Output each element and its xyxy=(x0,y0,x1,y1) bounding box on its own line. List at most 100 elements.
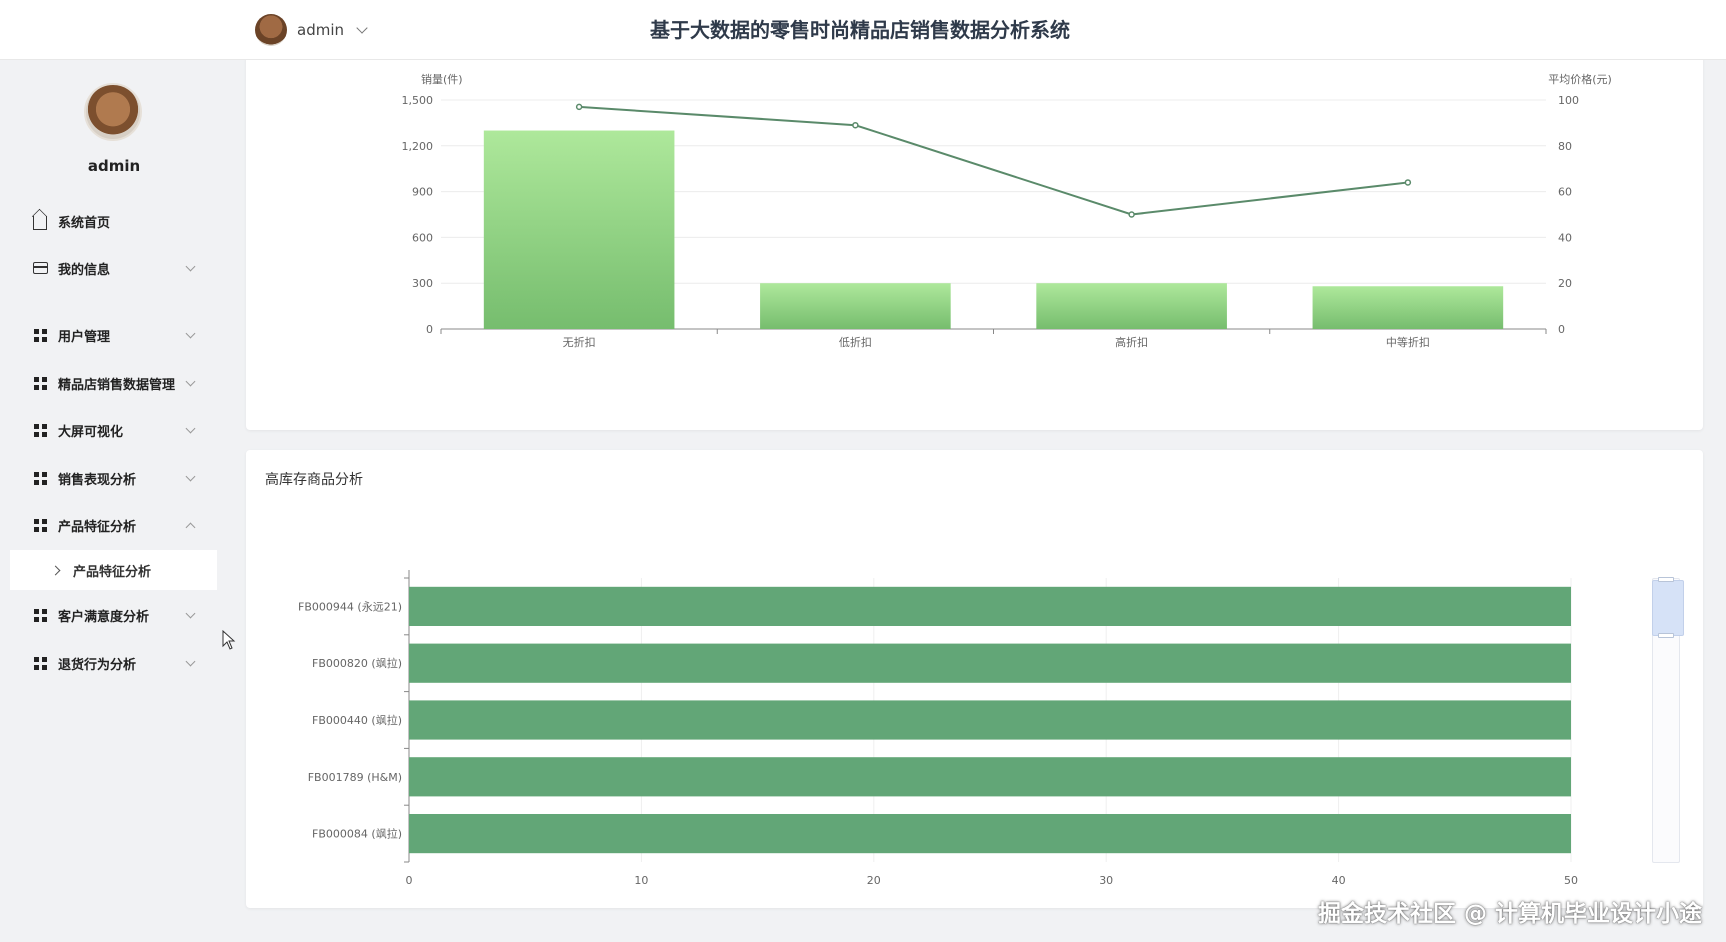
submenu-item-product-features[interactable]: 产品特征分析 xyxy=(10,550,217,590)
grid-icon xyxy=(33,423,47,437)
page-title: 基于大数据的零售时尚精品店销售数据分析系统 xyxy=(650,18,1070,42)
y-tick-right: 100 xyxy=(1558,94,1579,107)
bar xyxy=(483,130,675,329)
x-tick-label: 0 xyxy=(406,874,413,887)
bar xyxy=(409,814,1571,854)
sidebar-item-product-features[interactable]: 产品特征分析 xyxy=(20,508,210,542)
sidebar-item-home[interactable]: 系统首页 xyxy=(20,204,210,238)
sidebar: admin 系统首页 我的信息 用户管理 精品店销售数据管理 大屏可视化 销售表… xyxy=(0,60,228,942)
sidebar-item-label: 用户管理 xyxy=(58,329,111,345)
y-tick-label: FB000084 (飒拉) xyxy=(312,827,402,841)
zoom-handle-top[interactable] xyxy=(1658,577,1674,582)
mouse-cursor-icon xyxy=(222,630,236,650)
chevron-down-icon xyxy=(185,376,196,386)
profile-name: admin xyxy=(87,157,141,175)
line-series xyxy=(579,105,1408,216)
y-tick-right: 80 xyxy=(1558,140,1572,153)
x-tick-label: 低折扣 xyxy=(839,335,872,349)
panel-title: 高库存商品分析 xyxy=(265,472,363,488)
user-menu[interactable]: admin xyxy=(255,13,368,47)
x-tick-label: 无折扣 xyxy=(563,335,596,349)
x-tick-label: 20 xyxy=(867,874,881,887)
line-point xyxy=(1404,179,1412,186)
chevron-right-icon xyxy=(50,565,61,575)
avatar xyxy=(255,14,287,46)
line-point xyxy=(1128,211,1135,218)
y-tick-right: 40 xyxy=(1558,231,1572,244)
bar xyxy=(409,586,1571,626)
sidebar-item-label: 客户满意度分析 xyxy=(58,609,150,625)
sidebar-item-my-info[interactable]: 我的信息 xyxy=(20,251,210,285)
grid-icon xyxy=(33,328,47,342)
data-zoom-window[interactable] xyxy=(1652,580,1684,636)
sidebar-item-sales-data[interactable]: 精品店销售数据管理 xyxy=(20,366,210,400)
chevron-down-icon xyxy=(185,328,196,338)
home-icon xyxy=(33,216,47,230)
bar xyxy=(1036,283,1227,329)
chevron-down-icon xyxy=(185,608,196,618)
chevron-down-icon xyxy=(185,261,196,271)
grid-icon xyxy=(33,376,47,390)
grid-icon xyxy=(33,656,47,670)
sidebar-item-label: 我的信息 xyxy=(58,262,111,278)
sidebar-item-label: 退货行为分析 xyxy=(58,657,137,673)
username-label: admin xyxy=(297,21,344,39)
y-tick-left: 600 xyxy=(412,231,433,244)
sidebar-item-label: 产品特征分析 xyxy=(58,519,137,535)
y-tick-right: 0 xyxy=(1558,323,1565,336)
sidebar-item-label: 销售表现分析 xyxy=(58,472,137,488)
card-icon xyxy=(32,262,48,274)
chevron-down-icon xyxy=(185,471,196,481)
y-axis-right-label: 平均价格(元) xyxy=(1548,72,1612,86)
y-axis-left-label: 销量(件) xyxy=(421,72,463,86)
y-tick-left: 900 xyxy=(412,186,433,199)
x-tick-label: 30 xyxy=(1099,874,1113,887)
high-inventory-panel: 高库存商品分析 0 10 20 30 40 50 FB000944 (永远21) FB0008… xyxy=(246,450,1703,908)
line-point xyxy=(852,121,859,129)
sidebar-item-big-screen[interactable]: 大屏可视化 xyxy=(20,413,210,447)
chevron-down-icon xyxy=(185,656,196,666)
grid-icon xyxy=(33,608,47,622)
sidebar-item-label: 大屏可视化 xyxy=(58,424,124,440)
submenu-item-label: 产品特征分析 xyxy=(73,564,152,580)
bar xyxy=(409,643,1571,683)
y-tick-label: FB000944 (永远21) xyxy=(298,599,402,613)
chevron-down-icon xyxy=(185,423,196,433)
grid-icon xyxy=(33,471,47,485)
y-tick-label: FB001789 (H&M) xyxy=(308,771,402,784)
bar xyxy=(760,283,951,329)
sidebar-item-customer-satisfaction[interactable]: 客户满意度分析 xyxy=(20,598,210,632)
discount-sales-chart: 销量(件) 平均价格(元) 0 0 300 20 600 40 900 60 1,200 80 1,50… xyxy=(402,72,1612,349)
y-tick-left: 1,200 xyxy=(402,140,434,153)
y-tick-label: FB000440 (飒拉) xyxy=(312,713,402,727)
x-tick-label: 高折扣 xyxy=(1115,335,1148,349)
sidebar-item-return-behavior[interactable]: 退货行为分析 xyxy=(20,646,210,680)
grid-icon xyxy=(33,518,47,532)
high-inventory-chart: 0 10 20 30 40 50 FB000944 (永远21) FB000820 (飒拉) F… xyxy=(298,570,1578,887)
y-tick-left: 300 xyxy=(412,277,433,290)
watermark: 掘金技术社区 @ 计算机毕业设计小途 xyxy=(1317,901,1702,927)
y-tick-left: 1,500 xyxy=(402,94,434,107)
x-tick-label: 50 xyxy=(1564,874,1578,887)
y-tick-right: 20 xyxy=(1558,277,1572,290)
sidebar-item-label: 精品店销售数据管理 xyxy=(58,377,176,393)
x-tick-label: 10 xyxy=(634,874,648,887)
zoom-handle-bottom[interactable] xyxy=(1658,633,1674,638)
discount-chart-panel: 销量(件) 平均价格(元) 0 0 300 20 600 40 900 60 1,200 80 1,50… xyxy=(246,55,1703,430)
bar xyxy=(409,757,1571,797)
chevron-down-icon xyxy=(356,21,368,34)
x-tick-label: 40 xyxy=(1332,874,1346,887)
y-tick-label: FB000820 (飒拉) xyxy=(312,656,402,670)
top-bar: admin 基于大数据的零售时尚精品店销售数据分析系统 xyxy=(0,0,1726,60)
sidebar-item-label: 系统首页 xyxy=(58,215,111,231)
y-tick-left: 0 xyxy=(426,323,433,336)
sidebar-item-user-management[interactable]: 用户管理 xyxy=(20,318,210,352)
line-point xyxy=(575,103,583,111)
chevron-up-icon xyxy=(185,522,196,532)
sidebar-item-sales-performance[interactable]: 销售表现分析 xyxy=(20,461,210,495)
x-tick-label: 中等折扣 xyxy=(1386,335,1430,349)
bar xyxy=(409,700,1571,740)
y-tick-right: 60 xyxy=(1558,186,1572,199)
profile-avatar[interactable] xyxy=(84,83,142,141)
bar xyxy=(1312,286,1504,329)
